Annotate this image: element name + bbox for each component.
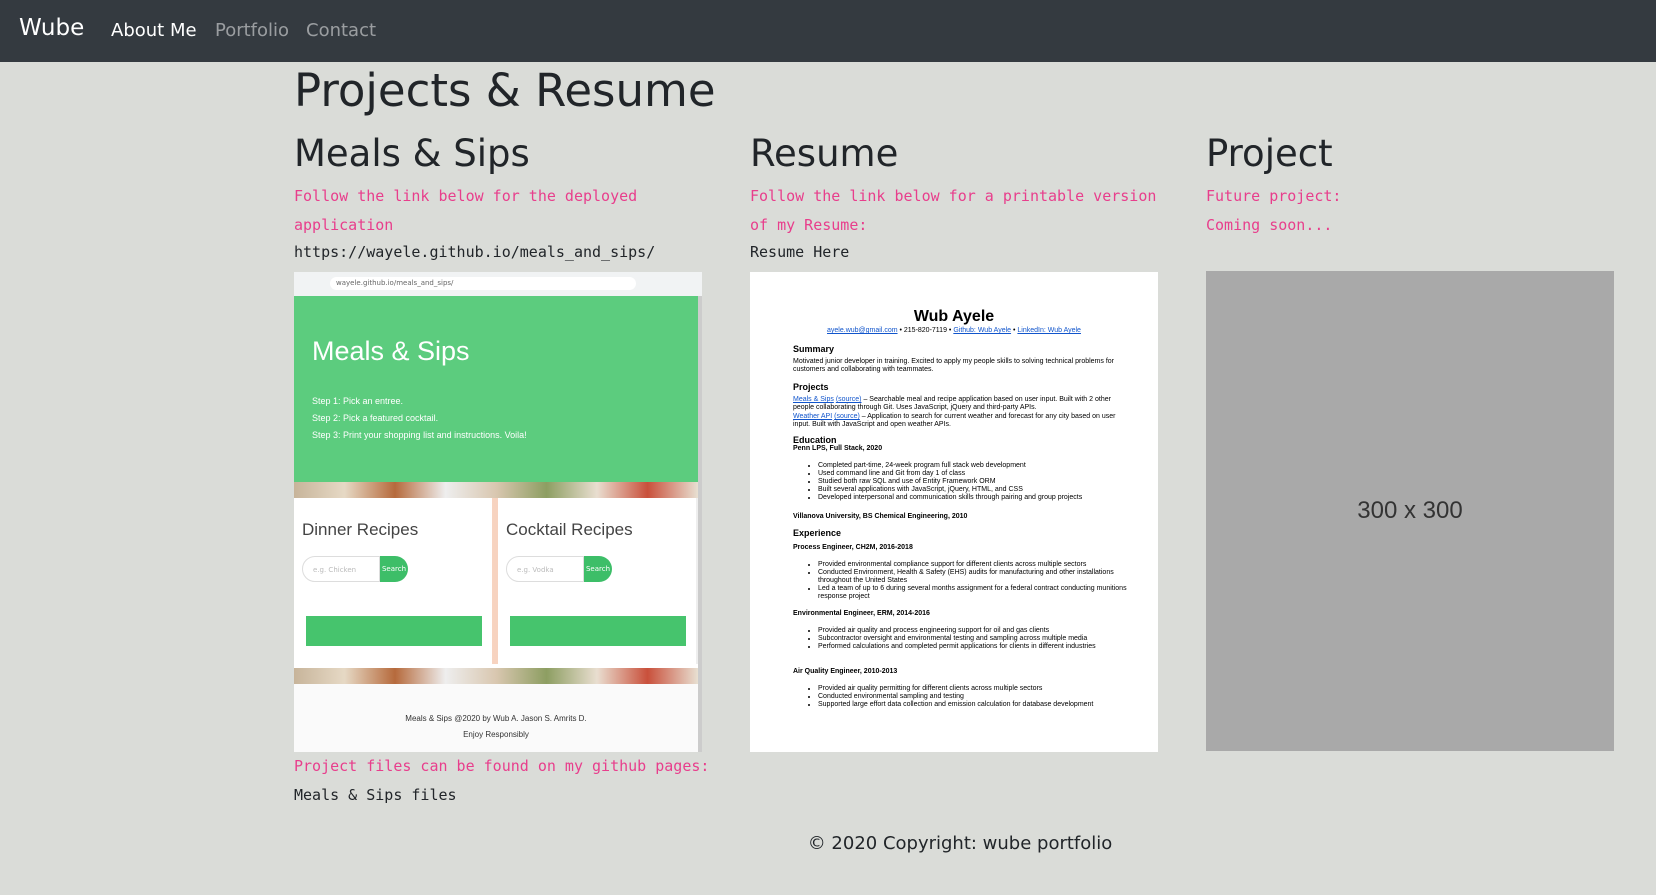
meals-description: Follow the link below for the deployed a… — [294, 187, 638, 234]
meals-footer-credit: Meals & Sips @2020 by Wub A. Jason S. Am… — [405, 714, 587, 723]
resume-heading: Resume — [750, 132, 899, 175]
footer-copyright: © 2020 Copyright: wube portfolio — [807, 833, 1113, 854]
browser-bar: wayele.github.io/meals_and_sips/ — [294, 272, 702, 297]
meals-files-text: Project files can be found on my github … — [294, 752, 714, 810]
meals-column: Meals & Sips Follow the link below for t… — [294, 130, 702, 263]
cocktail-card: Cocktail Recipes e.g. Vodka Search — [498, 498, 696, 664]
nav-link-contact[interactable]: Contact — [306, 20, 376, 41]
meals-footer: Meals & Sips @2020 by Wub A. Jason S. Am… — [294, 684, 698, 752]
project-heading: Project — [1206, 132, 1333, 175]
resume-summary-heading: Summary — [793, 344, 835, 354]
resume-job-3-list: Provided air quality permitting for diff… — [806, 685, 1128, 709]
address-bar: wayele.github.io/meals_and_sips/ — [330, 277, 636, 290]
resume-link[interactable]: Resume Here — [750, 241, 1158, 263]
project-column: Project Future project: Coming soon... — [1206, 130, 1614, 240]
meals-heading: Meals & Sips — [294, 132, 530, 175]
resume-summary: Motivated junior developer in training. … — [793, 358, 1114, 373]
resume-experience-heading: Experience — [793, 528, 842, 538]
resume-edu-1-list: Completed part-time, 24-week program ful… — [806, 462, 1128, 502]
project-placeholder-image: 300 x 300 — [1206, 271, 1614, 751]
meals-url-link[interactable]: https://wayele.github.io/meals_and_sips/ — [294, 241, 702, 263]
resume-job-2-list: Provided air quality and process enginee… — [806, 627, 1128, 651]
cocktail-result-bar — [510, 616, 686, 646]
meals-files-link[interactable]: Meals & Sips files — [294, 786, 457, 804]
resume-job-1: Process Engineer, CH2M, 2016-2018 — [793, 544, 913, 551]
cocktail-search-button: Search — [584, 556, 612, 582]
meals-hero: Meals & Sips Step 1: Pick an entree. Ste… — [294, 296, 698, 482]
hero-step-2: Step 2: Pick a featured cocktail. — [312, 413, 439, 423]
resume-name: Wub Ayele — [913, 308, 995, 325]
placeholder-size-label: 300 x 300 — [1357, 497, 1463, 524]
meals-footer-note: Enjoy Responsibly — [463, 730, 529, 739]
meals-files-prefix: Project files can be found on my github … — [294, 757, 710, 775]
dinner-card: Dinner Recipes e.g. Chicken Search — [294, 498, 492, 664]
resume-edu-2: Villanova University, BS Chemical Engine… — [793, 513, 968, 520]
resume-projects-heading: Projects — [793, 382, 829, 392]
resume-job-3: Air Quality Engineer, 2010-2013 — [793, 668, 898, 675]
resume-job-1-list: Provided environmental compliance suppor… — [806, 561, 1128, 601]
hero-step-3: Step 3: Print your shopping list and ins… — [312, 430, 527, 440]
resume-image[interactable]: Wub Ayele ayele.wub@gmail.com • 215-820-… — [750, 272, 1158, 752]
cocktail-card-title: Cocktail Recipes — [506, 520, 633, 539]
dinner-search-input: e.g. Chicken — [302, 556, 380, 582]
meals-screenshot[interactable]: wayele.github.io/meals_and_sips/ Meals &… — [294, 272, 702, 752]
dinner-result-bar — [306, 616, 482, 646]
cocktail-search-input: e.g. Vodka — [506, 556, 584, 582]
brand-logo[interactable]: Wube — [19, 15, 84, 41]
nav-link-portfolio[interactable]: Portfolio — [215, 20, 289, 41]
dinner-card-title: Dinner Recipes — [302, 520, 419, 539]
food-image-band-bottom — [294, 668, 698, 684]
resume-description: Follow the link below for a printable ve… — [750, 187, 1157, 234]
food-image-band — [294, 482, 698, 498]
resume-contact: ayele.wub@gmail.com • 215-820-7119 • Git… — [827, 327, 1081, 334]
resume-project-2: Weather API (source) – Application to se… — [793, 413, 1116, 428]
project-line-1: Future project: — [1206, 187, 1342, 205]
page-title: Projects & Resume — [294, 64, 716, 117]
navbar: Wube About Me Portfolio Contact — [0, 0, 1656, 62]
resume-project-1: Meals & Sips (source) – Searchable meal … — [793, 396, 1111, 411]
project-line-2: Coming soon... — [1206, 216, 1333, 234]
dinner-search-button: Search — [380, 556, 408, 582]
nav-link-about[interactable]: About Me — [111, 20, 197, 41]
project-description: Future project: Coming soon... — [1206, 182, 1614, 240]
resume-education-heading: Education — [793, 435, 837, 445]
hero-step-1: Step 1: Pick an entree. — [312, 396, 404, 406]
resume-job-2: Environmental Engineer, ERM, 2014-2016 — [793, 610, 930, 617]
scrollbar — [698, 296, 702, 752]
resume-edu-1: Penn LPS, Full Stack, 2020 — [793, 445, 883, 452]
resume-column: Resume Follow the link below for a print… — [750, 130, 1158, 263]
hero-title: Meals & Sips — [312, 336, 470, 366]
